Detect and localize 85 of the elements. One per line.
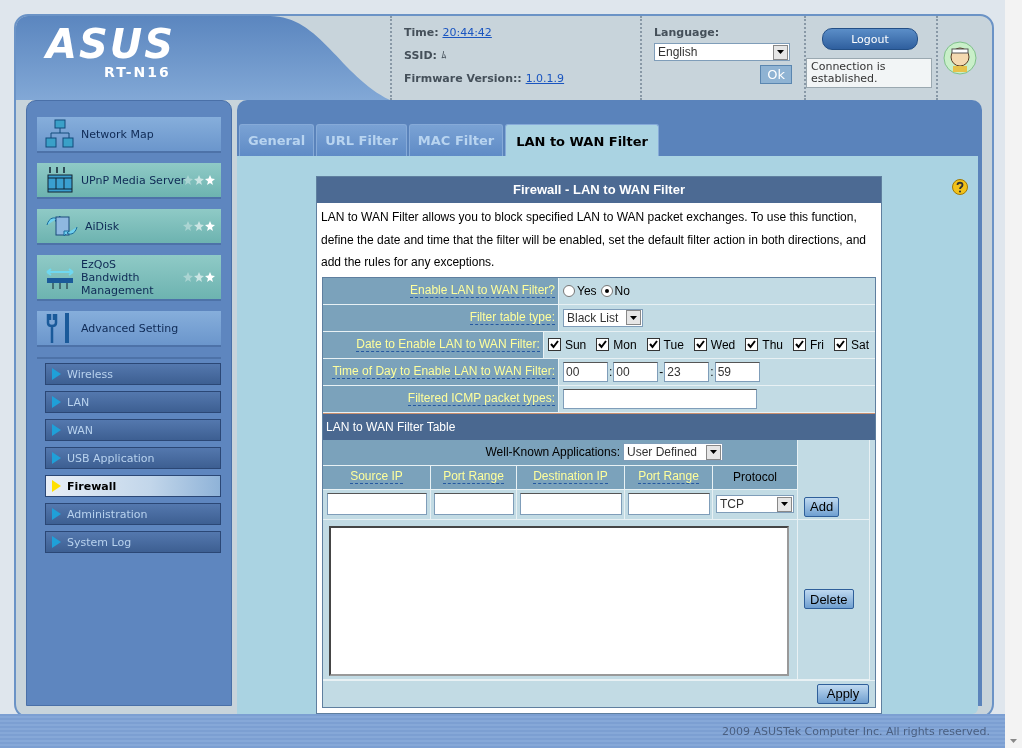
radio-label: No [614,283,630,298]
dropdown[interactable]: English [654,43,790,61]
help-icon[interactable] [952,179,968,195]
list-box[interactable] [329,526,789,676]
time-link[interactable]: 20:44:42 [442,26,492,39]
caret-icon [630,315,637,320]
mascot-icon [943,41,977,75]
dropdown[interactable]: TCP [716,495,794,513]
input-field[interactable]: 00 [563,361,608,382]
dropdown[interactable]: Black List [563,308,643,327]
submenu-item[interactable]: Administration [45,503,221,525]
triangle-icon [52,536,61,548]
triangle-icon [52,480,61,492]
triangle-icon [52,452,61,464]
ssid-label: SSID: [404,49,437,62]
triangle-icon [52,368,61,380]
checkbox-label: Wed [710,337,736,352]
checkbox-label: Mon [613,337,637,352]
sparkle-icon [183,272,215,282]
checkbox[interactable] [547,338,561,351]
input-field[interactable] [519,493,622,515]
delete-button[interactable]: Delete [804,589,854,609]
scrollbar[interactable] [1005,0,1022,748]
checkbox-label: Sat [851,337,869,352]
time-label: Time: [404,26,439,39]
checkbox-label: Fri [810,337,824,352]
radio-label: Yes [577,283,597,298]
add-button[interactable]: Add [804,496,840,517]
input-field[interactable]: 59 [714,361,760,382]
input-field[interactable] [433,493,514,515]
panel-title: Firewall - LAN to WAN Filter [317,177,881,203]
menu-item[interactable]: Advanced Setting [37,311,221,347]
triangle-icon [52,508,61,520]
triangle-icon [52,396,61,408]
menu-item[interactable]: AiDisk [37,209,221,245]
tab[interactable]: LAN to WAN Filter [505,124,660,157]
checkbox-label: Thu [762,337,783,352]
submenu-item[interactable]: WAN [45,419,221,441]
input-field[interactable] [563,388,757,409]
submenu-item[interactable]: LAN [45,391,221,413]
checkbox[interactable] [793,338,806,351]
ssid-value: ﾑ [440,49,447,62]
logout-button[interactable]: Logout [822,28,918,50]
separator: : [710,364,714,379]
firmware-label: Firmware Version:: [404,72,522,85]
dropdown[interactable]: User Defined [623,443,723,461]
field-label: Well-Known Applications: [485,445,620,459]
input-field[interactable] [627,493,710,515]
input-field[interactable]: 23 [664,361,710,382]
checkbox[interactable] [693,338,707,351]
checkbox[interactable] [646,338,660,351]
description: LAN to WAN Filter allows you to block specified LAN to WAN packet exchanges. To use this function, define the date and time that the filter will be enabled, set the default filter action in both directions, and add the rules for any exceptions. [320,209,867,271]
column-header: Protocol [733,470,777,484]
input-field[interactable]: 00 [613,361,659,382]
caret-icon [781,502,788,506]
caret-icon [710,450,717,454]
separator: - [659,364,664,379]
separator: : [609,364,613,379]
radio-button[interactable] [600,284,613,297]
language-label: Language: [654,26,721,39]
tooltip: Connection is established. [806,58,932,88]
radio-button[interactable] [563,284,575,297]
submenu-item[interactable]: System Log [45,531,221,553]
checkbox-label: Sun [564,337,587,352]
submenu-item[interactable]: Wireless [45,363,221,385]
input-field[interactable] [326,493,427,515]
model-name: RT-N16 [104,64,171,80]
menu-item[interactable]: UPnP Media Server [37,163,221,199]
caret-icon [777,50,784,54]
network-icon [45,119,75,149]
submenu-item[interactable]: USB Application [45,447,221,469]
firmware-link[interactable]: 1.0.1.9 [525,72,565,85]
film-icon [45,165,75,195]
checkbox-label: Tue [663,337,684,352]
copyright: 2009 ASUSTek Computer Inc. All rights reserved. [722,724,990,738]
menu-item[interactable]: EzQoS Bandwidth Management [37,255,221,301]
checkbox[interactable] [596,338,610,351]
sparkle-icon [183,221,215,231]
apply-button[interactable]: Apply [817,683,869,704]
triangle-icon [52,424,61,436]
section-header: LAN to WAN Filter Table [323,412,875,440]
menu-item[interactable]: Network Map [37,117,221,153]
checkbox[interactable] [834,338,847,351]
submenu-item[interactable]: Firewall [45,475,221,497]
checkbox[interactable] [745,338,759,351]
